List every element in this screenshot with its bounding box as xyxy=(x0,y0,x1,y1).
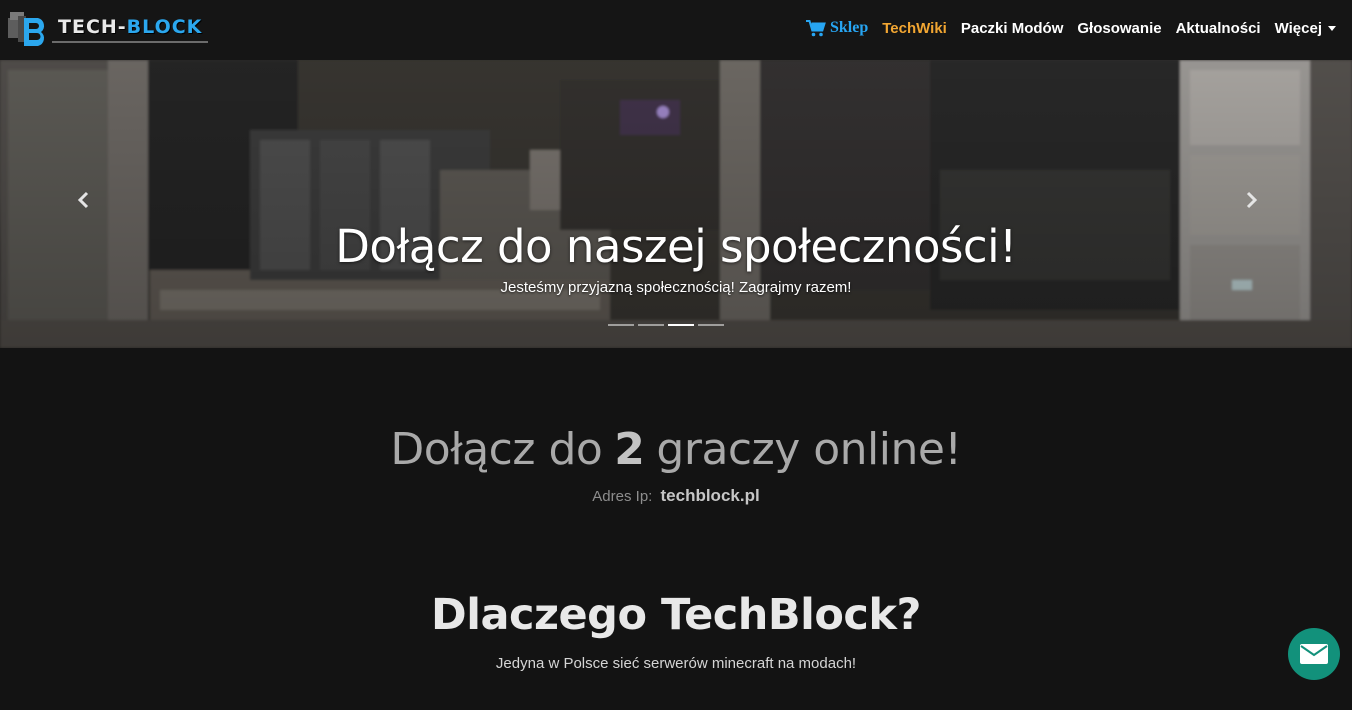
server-ip-label: Adres Ip: xyxy=(592,488,653,505)
nav-techwiki-link[interactable]: TechWiki xyxy=(882,20,947,37)
logo-mark-icon xyxy=(8,12,48,46)
logo-text-part1: TECH- xyxy=(58,16,127,38)
main-nav: Sklep TechWiki Paczki Modów Głosowanie A… xyxy=(792,19,1336,37)
nav-shop-link[interactable]: Sklep xyxy=(806,19,868,37)
site-logo[interactable]: TECH-BLOCK xyxy=(8,12,209,46)
hero-background-image xyxy=(0,60,1352,348)
nav-modpacks-link[interactable]: Paczki Modów xyxy=(961,20,1064,37)
nav-more-dropdown[interactable]: Więcej xyxy=(1275,20,1336,37)
carousel-indicator-2[interactable] xyxy=(638,324,664,326)
why-section-subtitle: Jedyna w Polsce sieć serwerów minecraft … xyxy=(495,655,857,672)
carousel-indicators xyxy=(608,324,728,326)
carousel-prev-button[interactable] xyxy=(74,188,94,212)
carousel-indicator-3[interactable] xyxy=(668,324,694,326)
logo-wordmark: TECH-BLOCK xyxy=(52,15,209,43)
logo-text-part2: BLOCK xyxy=(126,16,203,38)
nav-shop-label: Sklep xyxy=(830,19,869,36)
nav-vote-link[interactable]: Głosowanie xyxy=(1077,20,1161,37)
why-section-title: Dlaczego TechBlock? xyxy=(431,590,921,640)
online-players-heading: Dołącz do 2 graczy online! xyxy=(0,424,1352,475)
cart-icon xyxy=(806,19,826,36)
hero-title: Dołącz do naszej społeczności! xyxy=(335,220,1017,273)
hero-carousel: Dołącz do naszej społeczności! Jesteśmy … xyxy=(0,60,1352,348)
carousel-indicator-4[interactable] xyxy=(698,324,724,326)
carousel-next-button[interactable] xyxy=(1241,188,1261,212)
online-suffix: graczy online! xyxy=(656,424,962,475)
online-prefix: Dołącz do xyxy=(390,424,603,475)
carousel-indicator-1[interactable] xyxy=(608,324,634,326)
contact-button[interactable] xyxy=(1288,628,1340,680)
chevron-left-icon xyxy=(77,191,89,209)
server-ip-line: Adres Ip: techblock.pl xyxy=(0,486,1352,506)
nav-news-link[interactable]: Aktualności xyxy=(1176,20,1261,37)
caret-down-icon xyxy=(1328,25,1336,31)
online-player-count: 2 xyxy=(614,424,645,475)
chevron-right-icon xyxy=(1246,191,1258,209)
envelope-icon xyxy=(1300,644,1328,664)
hero-subtitle: Jesteśmy przyjazną społecznością! Zagraj… xyxy=(500,279,852,296)
nav-more-label: Więcej xyxy=(1274,19,1322,37)
navbar: TECH-BLOCK Sklep TechWiki Paczki Modów G… xyxy=(0,0,1352,60)
server-ip-address[interactable]: techblock.pl xyxy=(661,486,760,505)
